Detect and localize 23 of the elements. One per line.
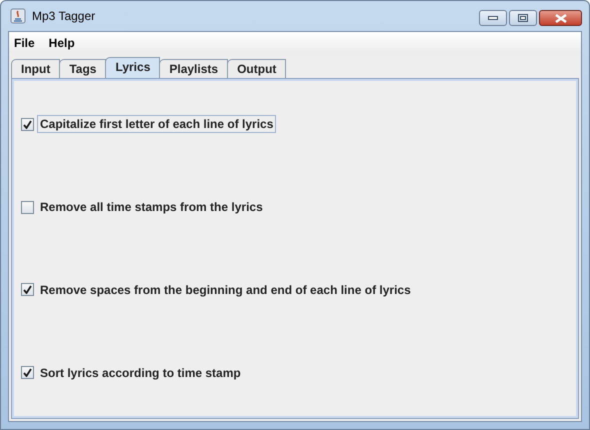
checkbox[interactable]	[21, 200, 34, 214]
maximize-button[interactable]	[509, 10, 537, 26]
checkbox-label[interactable]: Sort lyrics according to time stamp	[37, 364, 244, 382]
close-button[interactable]	[539, 10, 582, 26]
menu-item[interactable]: Help	[48, 36, 75, 50]
close-icon	[554, 14, 566, 22]
checkbox[interactable]	[21, 366, 34, 380]
menu-item[interactable]: File	[14, 36, 35, 50]
minimize-icon	[488, 16, 498, 20]
maximize-icon	[518, 14, 528, 22]
checkbox[interactable]	[21, 283, 34, 296]
checkbox-label[interactable]: Capitalize first letter of each line of lyrics	[37, 115, 276, 134]
checkbox[interactable]	[21, 118, 34, 131]
checkbox-label[interactable]: Remove spaces from the beginning and end of each line of lyrics	[37, 280, 414, 299]
tab[interactable]: Playlists	[159, 59, 228, 78]
tab[interactable]: Input	[11, 59, 60, 78]
tab[interactable]: Tags	[59, 59, 106, 78]
checkbox-label[interactable]: Remove all time stamps from the lyrics	[37, 198, 266, 216]
tab[interactable]: Lyrics	[105, 57, 160, 78]
tab[interactable]: Output	[227, 59, 286, 78]
window-title: Mp3 Tagger	[32, 9, 96, 23]
app-icon	[10, 8, 26, 24]
minimize-button[interactable]	[479, 10, 507, 26]
